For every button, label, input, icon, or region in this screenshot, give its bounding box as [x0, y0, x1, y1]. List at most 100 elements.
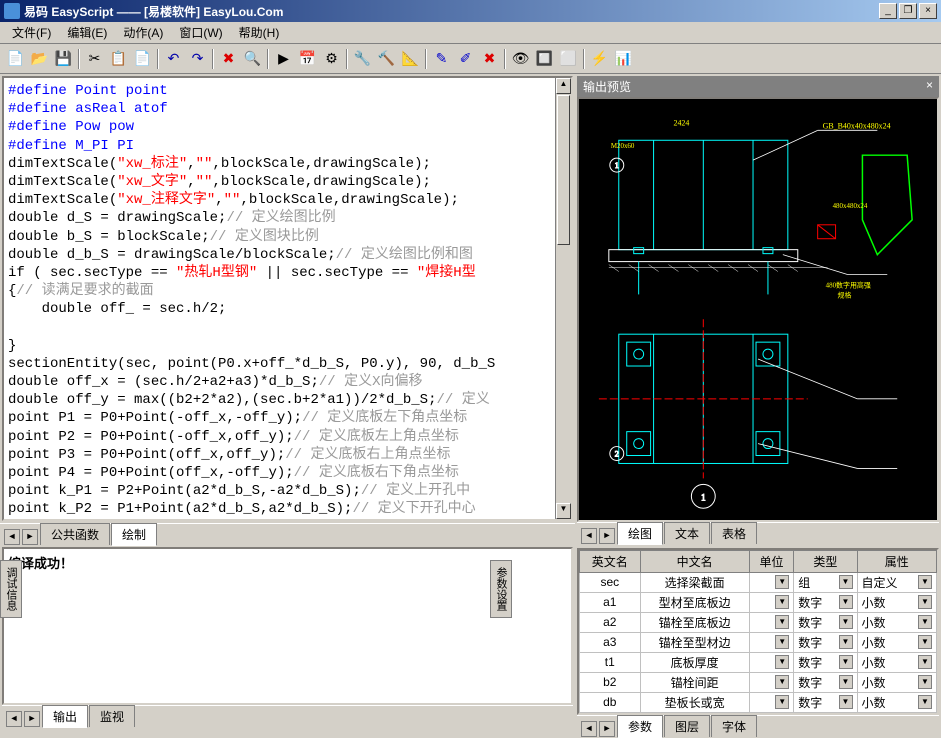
copy-icon[interactable]: 📋 [107, 48, 130, 70]
cell-en[interactable]: db [580, 692, 641, 712]
cell-en[interactable]: a2 [580, 612, 641, 632]
cell-attr[interactable]: 自定义▼ [857, 572, 937, 592]
dropdown-icon[interactable]: ▼ [775, 575, 789, 589]
tab-fonts[interactable]: 字体 [711, 715, 757, 737]
col-unit[interactable]: 单位 [749, 550, 793, 572]
menu-window[interactable]: 窗口(W) [171, 22, 230, 43]
cell-cn[interactable]: 选择梁截面 [640, 572, 749, 592]
menu-help[interactable]: 帮助(H) [231, 22, 288, 43]
sidetab-settings[interactable]: 参数设置 [490, 560, 512, 618]
close-button[interactable]: × [919, 3, 937, 19]
cell-type[interactable]: 数字▼ [794, 692, 857, 712]
tool-y-icon[interactable]: 📊 [612, 48, 635, 70]
menu-edit[interactable]: 编辑(E) [59, 22, 115, 43]
cell-unit[interactable]: ▼ [749, 672, 793, 692]
cell-en[interactable]: b2 [580, 672, 641, 692]
param-tab-prev-icon[interactable]: ◄ [581, 721, 597, 737]
cell-cn[interactable]: 型材至底板边 [640, 592, 749, 612]
dropdown-icon[interactable]: ▼ [918, 595, 932, 609]
prev-tab-next-icon[interactable]: ► [599, 528, 615, 544]
param-table[interactable]: 英文名 中文名 单位 类型 属性 sec选择梁截面▼组▼自定义▼a1型材至底板边… [577, 548, 939, 715]
code-scrollbar[interactable]: ▲ ▼ [555, 78, 571, 519]
minimize-button[interactable]: _ [879, 3, 897, 19]
dropdown-icon[interactable]: ▼ [775, 595, 789, 609]
restore-button[interactable]: ❐ [899, 3, 917, 19]
cell-type[interactable]: 数字▼ [794, 672, 857, 692]
date-icon[interactable]: 📅 [296, 48, 319, 70]
find-icon[interactable]: 🔍 [241, 48, 264, 70]
cell-unit[interactable]: ▼ [749, 572, 793, 592]
cell-cn[interactable]: 垫板长或宽 [640, 692, 749, 712]
tab-layers[interactable]: 图层 [664, 715, 710, 737]
table-row[interactable]: a3锚栓至型材边▼数字▼小数▼ [580, 632, 937, 652]
cell-attr[interactable]: 小数▼ [857, 672, 937, 692]
param-tab-next-icon[interactable]: ► [599, 721, 615, 737]
tab-params[interactable]: 参数 [617, 715, 663, 738]
tab-text[interactable]: 文本 [664, 522, 710, 544]
cell-en[interactable]: a1 [580, 592, 641, 612]
menu-file[interactable]: 文件(F) [4, 22, 59, 43]
config-a-icon[interactable]: 🔧 [351, 48, 374, 70]
cell-cn[interactable]: 锚栓至型材边 [640, 632, 749, 652]
cell-en[interactable]: t1 [580, 652, 641, 672]
dropdown-icon[interactable]: ▼ [918, 635, 932, 649]
config-c-icon[interactable]: 📐 [399, 48, 422, 70]
dropdown-icon[interactable]: ▼ [918, 575, 932, 589]
dropdown-icon[interactable]: ▼ [839, 595, 853, 609]
dropdown-icon[interactable]: ▼ [775, 695, 789, 709]
dropdown-icon[interactable]: ▼ [839, 675, 853, 689]
cell-attr[interactable]: 小数▼ [857, 692, 937, 712]
open-icon[interactable]: 📂 [28, 48, 51, 70]
table-row[interactable]: a2锚栓至底板边▼数字▼小数▼ [580, 612, 937, 632]
run-icon[interactable]: ▶ [272, 48, 295, 70]
cell-type[interactable]: 组▼ [794, 572, 857, 592]
tab-drawing[interactable]: 绘图 [617, 522, 663, 545]
cell-type[interactable]: 数字▼ [794, 652, 857, 672]
tab-watch[interactable]: 监视 [89, 705, 135, 727]
cell-unit[interactable]: ▼ [749, 692, 793, 712]
tab-public-func[interactable]: 公共函数 [40, 523, 110, 545]
dropdown-icon[interactable]: ▼ [775, 655, 789, 669]
dropdown-icon[interactable]: ▼ [918, 655, 932, 669]
dropdown-icon[interactable]: ▼ [775, 615, 789, 629]
cell-attr[interactable]: 小数▼ [857, 632, 937, 652]
cell-unit[interactable]: ▼ [749, 612, 793, 632]
dropdown-icon[interactable]: ▼ [839, 615, 853, 629]
menu-action[interactable]: 动作(A) [115, 22, 171, 43]
cut-icon[interactable]: ✂ [83, 48, 106, 70]
dropdown-icon[interactable]: ▼ [839, 635, 853, 649]
out-tab-next-icon[interactable]: ► [24, 711, 40, 727]
cell-unit[interactable]: ▼ [749, 632, 793, 652]
col-attr[interactable]: 属性 [857, 550, 937, 572]
tool-x-icon[interactable]: ⚡ [588, 48, 611, 70]
cell-attr[interactable]: 小数▼ [857, 652, 937, 672]
dropdown-icon[interactable]: ▼ [839, 655, 853, 669]
new-icon[interactable]: 📄 [4, 48, 27, 70]
cell-type[interactable]: 数字▼ [794, 592, 857, 612]
cell-en[interactable]: a3 [580, 632, 641, 652]
table-row[interactable]: db垫板长或宽▼数字▼小数▼ [580, 692, 937, 712]
dropdown-icon[interactable]: ▼ [775, 675, 789, 689]
config-b-icon[interactable]: 🔨 [375, 48, 398, 70]
dropdown-icon[interactable]: ▼ [839, 695, 853, 709]
col-type[interactable]: 类型 [794, 550, 857, 572]
out-tab-prev-icon[interactable]: ◄ [6, 711, 22, 727]
prev-tab-prev-icon[interactable]: ◄ [581, 528, 597, 544]
cell-attr[interactable]: 小数▼ [857, 592, 937, 612]
sidetab-debug[interactable]: 调试信息 [0, 560, 22, 618]
tab-table[interactable]: 表格 [711, 522, 757, 544]
delete-icon[interactable]: ✖ [217, 48, 240, 70]
table-row[interactable]: a1型材至底板边▼数字▼小数▼ [580, 592, 937, 612]
undo-icon[interactable]: ↶ [162, 48, 185, 70]
tab-next-icon[interactable]: ► [22, 529, 38, 545]
cell-cn[interactable]: 锚栓至底板边 [640, 612, 749, 632]
save-icon[interactable]: 💾 [52, 48, 75, 70]
preview-close-icon[interactable]: × [926, 78, 933, 95]
cell-cn[interactable]: 锚栓间距 [640, 672, 749, 692]
clear-icon[interactable]: ✖ [478, 48, 501, 70]
preview-b-icon[interactable]: 🔲 [533, 48, 556, 70]
cell-cn[interactable]: 底板厚度 [640, 652, 749, 672]
cell-en[interactable]: sec [580, 572, 641, 592]
wand-b-icon[interactable]: ✐ [454, 48, 477, 70]
cell-type[interactable]: 数字▼ [794, 632, 857, 652]
